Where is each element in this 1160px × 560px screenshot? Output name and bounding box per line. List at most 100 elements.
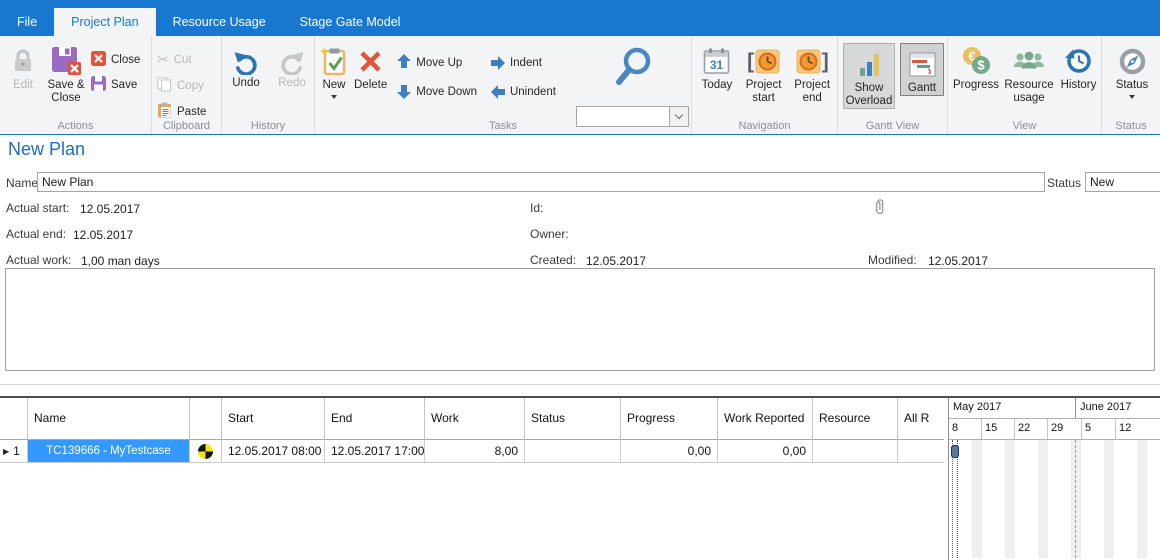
copy-label: Copy [177,80,204,92]
gantt-label: Gantt [908,82,936,95]
gantt-week-tick: 12 [1116,419,1160,439]
resource-usage-button[interactable]: Resource usage [1002,43,1056,105]
gantt-task-bar[interactable] [951,445,959,458]
gantt-chart-icon [909,46,936,82]
actual-work-value: 1,00 man days [81,254,160,268]
ribbon-group-tasks: New Delete Move Up [315,36,692,134]
progress-label: Progress [953,79,999,92]
content-grid-splitter[interactable] [0,384,1160,385]
tab-file[interactable]: File [0,8,54,36]
header-name[interactable]: Name [28,398,190,440]
arrow-left-icon [491,85,505,99]
progress-button[interactable]: €$ Progress [953,43,999,92]
cell-progress[interactable]: 0,00 [621,440,718,463]
gantt-week-tick: 15 [982,419,1015,439]
new-task-dropdown-caret [331,95,337,99]
project-start-icon: [ [747,43,780,79]
unindent-button[interactable]: Unindent [491,81,556,102]
resource-usage-label: Resource usage [1002,79,1056,105]
cell-start[interactable]: 12.05.2017 08:00 [222,440,325,463]
status-input[interactable] [1085,172,1160,192]
arrow-down-icon [397,85,411,99]
scissors-icon: ✂ [157,51,169,68]
show-overload-button[interactable]: Show Overload [843,43,895,109]
save-and-close-button[interactable]: Save & Close [41,43,91,105]
ribbon-group-navigation: 31 Today [ Project start ] Project end N… [692,36,838,134]
status-button[interactable]: Status [1109,43,1155,99]
tab-project-plan[interactable]: Project Plan [54,8,155,36]
tab-resource-usage[interactable]: Resource Usage [156,8,283,36]
header-end[interactable]: End [325,398,425,440]
coins-icon: €$ [961,43,992,79]
header-resource[interactable]: Resource [813,398,898,440]
row-number: 1 [13,444,20,458]
today-button[interactable]: 31 Today [697,43,737,92]
svg-text:$: $ [977,58,985,73]
cut-button[interactable]: ✂ Cut [157,49,206,70]
copy-button[interactable]: Copy [157,75,206,96]
ribbon-tab-bar: File Project Plan Resource Usage Stage G… [0,0,1160,36]
close-button[interactable]: Close [91,49,140,70]
gantt-week-tick: 22 [1015,419,1048,439]
move-up-button[interactable]: Move Up [397,52,477,73]
cell-resource[interactable] [813,440,898,463]
ribbon: Edit Save & Close Close [0,36,1160,135]
save-close-label: Save & Close [41,79,91,105]
header-work-reported[interactable]: Work Reported [718,398,813,440]
tab-stage-gate-model[interactable]: Stage Gate Model [283,8,418,36]
arrow-up-icon [397,54,411,71]
actual-work-label: Actual work: [6,253,71,267]
gantt-week-tick: 5 [1082,419,1116,439]
paperclip-icon[interactable] [874,197,886,221]
close-label: Close [111,54,140,66]
cell-all-resources[interactable] [898,440,944,463]
project-end-button[interactable]: ] Project end [790,43,834,105]
clipboard-group-label: Clipboard [152,120,221,132]
new-task-button[interactable]: New [320,43,348,99]
indent-button[interactable]: Indent [491,52,556,73]
save-button[interactable]: Save [91,74,140,95]
row-marker-icon: ▶ [3,447,9,456]
header-status[interactable]: Status [525,398,621,440]
description-field[interactable] [5,268,1155,371]
cell-name[interactable]: TC139666 - MyTestcase [28,440,190,463]
header-all-resources[interactable]: All R [898,398,944,440]
ribbon-group-status: Status Status [1102,36,1160,134]
gantt-week-tick: 29 [1048,419,1082,439]
gantt-button[interactable]: Gantt [900,43,944,96]
cell-status[interactable] [525,440,621,463]
paste-label: Paste [177,106,206,118]
gantt-panel: May 2017 June 2017 8 15 22 29 5 12 [948,398,1160,560]
search-icon[interactable] [610,43,656,96]
move-down-button[interactable]: Move Down [397,81,477,102]
cut-label: Cut [174,54,192,66]
move-down-label: Move Down [416,86,477,98]
lock-icon [12,43,34,79]
save-close-icon [51,43,82,79]
overload-bars-icon [860,46,879,82]
header-start[interactable]: Start [222,398,325,440]
history-button[interactable]: History [1059,43,1098,92]
delete-task-button[interactable]: Delete [354,43,387,92]
owner-label: Owner: [530,227,569,241]
undo-button[interactable]: Undo [228,47,264,90]
cell-end[interactable]: 12.05.2017 17:00 [325,440,425,463]
cell-work[interactable]: 8,00 [425,440,525,463]
table-row[interactable]: ▶ 1 TC139666 - MyTestcase 12.05.2017 08:… [0,440,944,463]
calendar-icon: 31 [703,43,730,79]
header-work[interactable]: Work [425,398,525,440]
gantt-month-gridline [1075,440,1076,558]
actual-start-label: Actual start: [6,201,69,215]
edit-button[interactable]: Edit [5,43,41,92]
actual-end-value: 12.05.2017 [73,228,133,242]
paste-button[interactable]: Paste [157,101,206,122]
undo-icon [232,47,260,77]
project-start-label: Project start [741,79,787,105]
redo-button[interactable]: Redo [274,47,310,90]
cell-work-reported[interactable]: 0,00 [718,440,813,463]
name-input[interactable] [37,172,1045,192]
gantt-month-header: May 2017 June 2017 [949,398,1160,419]
header-type-icon[interactable] [190,398,222,440]
project-start-button[interactable]: [ Project start [741,43,787,105]
header-progress[interactable]: Progress [621,398,718,440]
